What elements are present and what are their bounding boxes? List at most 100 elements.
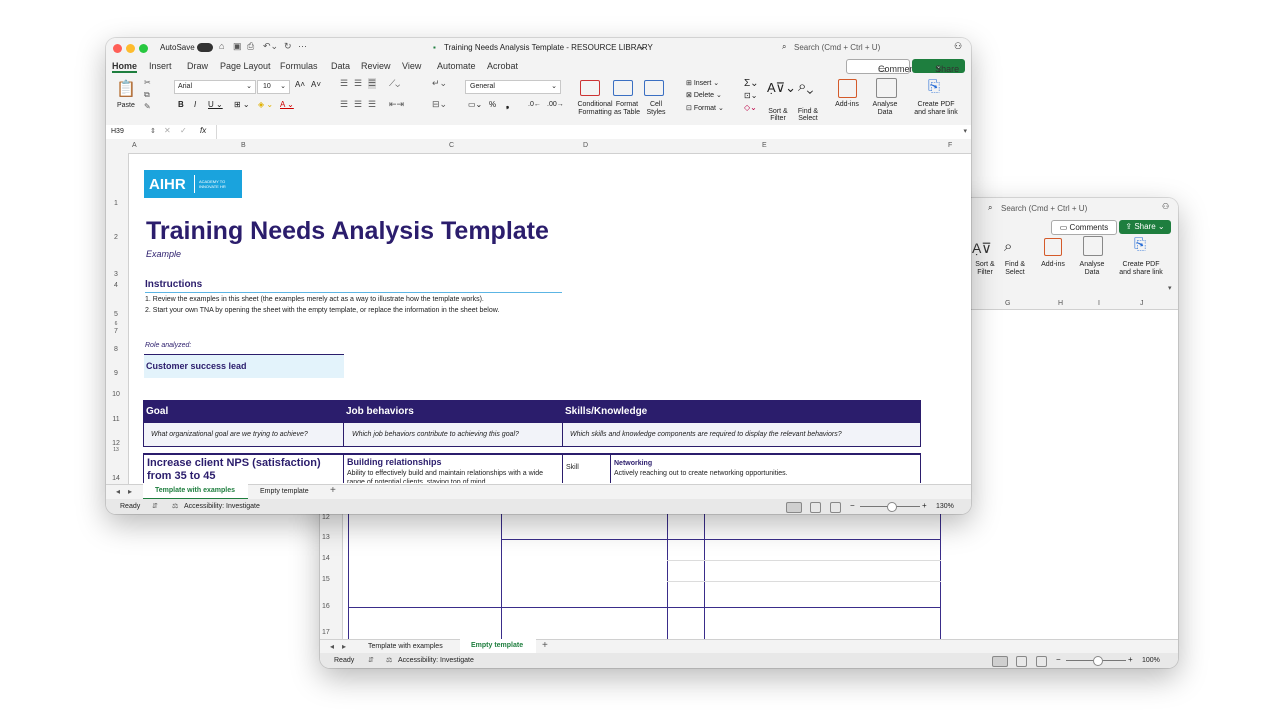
format-as-table-icon[interactable]	[613, 80, 633, 96]
row-header[interactable]: 13	[106, 447, 126, 453]
row-header[interactable]: 5	[106, 311, 126, 318]
create-pdf-icon[interactable]: ⎘	[928, 78, 940, 95]
find-select-label[interactable]: Find & Select	[794, 108, 822, 122]
comma-style-icon[interactable]: ❟	[506, 100, 509, 110]
skill-title[interactable]: Networking	[614, 460, 652, 467]
align-center-icon[interactable]: ☰	[354, 99, 362, 110]
back-share-button[interactable]: ⇪ Share ⌄	[1119, 220, 1171, 234]
tab-acrobat[interactable]: Acrobat	[487, 61, 518, 71]
italic-icon[interactable]: I	[194, 100, 196, 109]
normal-view-icon[interactable]	[786, 502, 802, 513]
back-col-header[interactable]: J	[1140, 300, 1144, 307]
zoom-out-icon[interactable]: −	[1056, 655, 1061, 664]
col-header[interactable]: E	[762, 142, 767, 149]
tab-review[interactable]: Review	[361, 61, 391, 71]
behavior-title[interactable]: Building relationships	[347, 457, 442, 467]
chevron-down-icon[interactable]: ⌄	[639, 42, 646, 51]
back-sheet-tab[interactable]: Template with examples	[368, 643, 443, 650]
row-header[interactable]: 6	[106, 321, 126, 327]
zoom-slider-thumb[interactable]	[887, 502, 897, 512]
name-box[interactable]: H39	[111, 128, 124, 135]
back-row-header[interactable]: 16	[322, 603, 330, 610]
row-header[interactable]: 3	[106, 271, 126, 278]
format-as-table-label[interactable]: Format as Table	[610, 101, 644, 117]
fill-icon[interactable]: ⊡⌄	[744, 91, 757, 100]
header-skills-knowledge[interactable]: Skills/Knowledge	[565, 406, 647, 417]
zoom-slider-thumb[interactable]	[1093, 656, 1103, 666]
orientation-icon[interactable]: ⟋⌄	[389, 78, 400, 89]
page-layout-icon[interactable]	[810, 502, 821, 513]
back-col-header[interactable]: H	[1058, 300, 1063, 307]
align-top-icon[interactable]: ☰	[340, 78, 348, 89]
row-header[interactable]: 4	[106, 282, 126, 289]
role-cell[interactable]: Customer success lead	[144, 355, 344, 378]
cell-styles-icon[interactable]	[644, 80, 664, 96]
col-header[interactable]: C	[449, 142, 454, 149]
add-ins-label[interactable]: Add-ins	[830, 101, 864, 108]
add-sheet-icon[interactable]: +	[542, 640, 548, 651]
align-left-icon[interactable]: ☰	[340, 99, 348, 110]
share-people-icon[interactable]: ⚇	[1162, 202, 1169, 211]
col-header[interactable]: D	[583, 142, 588, 149]
macro-icon[interactable]: ⇵	[368, 656, 374, 664]
name-box-chevron-icon[interactable]: ⇕	[150, 127, 156, 135]
paste-label[interactable]: Paste	[117, 102, 135, 109]
skill-desc[interactable]: Actively reaching out to create networki…	[614, 470, 788, 477]
decrease-font-icon[interactable]: A˅	[311, 80, 321, 89]
sheet-tab-active[interactable]: Template with examples	[143, 484, 248, 500]
expand-formula-icon[interactable]: ▾	[963, 127, 967, 135]
question-goal[interactable]: What organizational goal are we trying t…	[151, 431, 308, 438]
goal-cell[interactable]: Increase client NPS (satisfaction) from …	[147, 457, 337, 483]
header-job-behaviors[interactable]: Job behaviors	[346, 406, 414, 417]
back-row-header[interactable]: 14	[322, 555, 330, 562]
tab-insert[interactable]: Insert	[149, 61, 172, 71]
back-col-header[interactable]: I	[1098, 300, 1100, 307]
page-layout-icon[interactable]	[1016, 656, 1027, 667]
row-header[interactable]: 2	[106, 234, 126, 241]
create-pdf-label[interactable]: Create PDF and share link	[908, 101, 964, 117]
tab-home[interactable]: Home	[112, 61, 138, 73]
wrap-text-icon[interactable]: ↵⌄	[432, 78, 447, 89]
zoom-level[interactable]: 130%	[936, 503, 954, 510]
font-size-select[interactable]: 10 ⌄	[257, 80, 290, 94]
enter-icon[interactable]: ✓	[180, 126, 187, 135]
back-find-select-label[interactable]: Find & Select	[1002, 261, 1028, 277]
percent-icon[interactable]: %	[489, 100, 496, 109]
row-header[interactable]: 1	[106, 200, 126, 207]
sort-filter-label[interactable]: Sort & Filter	[764, 108, 792, 122]
add-sheet-icon[interactable]: +	[330, 485, 336, 496]
print-icon[interactable]: ⎙	[247, 41, 254, 52]
next-sheet-icon[interactable]: ▸	[342, 642, 346, 651]
back-add-ins-label[interactable]: Add-ins	[1038, 261, 1068, 269]
tab-draw[interactable]: Draw	[187, 61, 208, 71]
cut-icon[interactable]: ✂	[144, 78, 151, 87]
row-header[interactable]: 10	[106, 391, 126, 398]
find-select-icon[interactable]: ⌕⌄	[798, 78, 813, 95]
back-sort-filter-label[interactable]: Sort & Filter	[972, 261, 998, 277]
prev-sheet-icon[interactable]: ◂	[116, 487, 120, 496]
back-row-header[interactable]: 15	[322, 576, 330, 583]
row-header[interactable]: 8	[106, 346, 126, 353]
row-header[interactable]: 11	[106, 416, 126, 423]
row-header[interactable]: 12	[106, 440, 126, 447]
analyse-data-icon[interactable]	[876, 78, 897, 98]
tab-page-layout[interactable]: Page Layout	[220, 61, 271, 71]
col-header[interactable]: A	[132, 142, 137, 149]
behavior-desc[interactable]: Ability to effectively build and maintai…	[347, 469, 559, 483]
borders-icon[interactable]: ⊞ ⌄	[234, 100, 250, 109]
align-middle-icon[interactable]: ☰	[354, 78, 362, 89]
formula-expand-icon[interactable]: ▾	[1168, 284, 1172, 292]
col-header[interactable]: B	[241, 142, 246, 149]
question-skills[interactable]: Which skills and knowledge components ar…	[570, 431, 842, 438]
tab-formulas[interactable]: Formulas	[280, 61, 318, 71]
delete-cells-button[interactable]: ⊠ Delete ⌄	[686, 91, 722, 99]
sheet-grid[interactable]: AIHR ACADEMY TO INNOVATE HR Training Need…	[129, 153, 971, 483]
font-color-icon[interactable]: A ⌄	[280, 100, 294, 109]
cell-styles-label[interactable]: Cell Styles	[641, 101, 671, 117]
prev-sheet-icon[interactable]: ◂	[330, 642, 334, 651]
question-behaviors[interactable]: Which job behaviors contribute to achiev…	[352, 431, 519, 438]
increase-decimal-icon[interactable]: .0←	[528, 101, 541, 108]
accounting-format-icon[interactable]: ▭⌄	[468, 100, 482, 109]
back-zoom-level[interactable]: 100%	[1142, 657, 1160, 664]
back-status-accessibility[interactable]: Accessibility: Investigate	[398, 657, 474, 664]
